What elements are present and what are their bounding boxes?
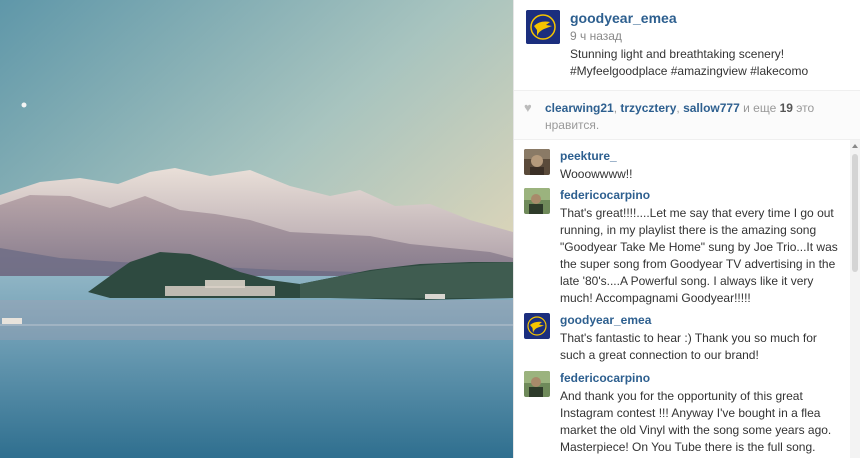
post-timestamp[interactable]: 9 ч назад xyxy=(570,29,622,43)
post-header: goodyear_emea 9 ч назад Stunning light a… xyxy=(514,0,860,90)
caption-line: Stunning light and breathtaking scenery! xyxy=(570,47,785,61)
wingfoot-icon xyxy=(524,313,550,339)
comment-author[interactable]: goodyear_emea xyxy=(560,313,651,327)
post-panel: goodyear_emea 9 ч назад Stunning light a… xyxy=(513,0,860,458)
commenter-avatar[interactable] xyxy=(524,149,550,175)
post-caption: Stunning light and breathtaking scenery!… xyxy=(570,46,850,80)
heart-icon[interactable]: ♥ xyxy=(524,101,537,114)
comment-text: Wooowwww!! xyxy=(560,167,633,181)
comments-scrollbar[interactable] xyxy=(850,140,860,458)
scroll-up-arrow-icon[interactable] xyxy=(852,144,858,148)
comment-author[interactable]: federicocarpino xyxy=(560,188,650,202)
likes-and-more: и еще xyxy=(739,101,780,115)
liker-link[interactable]: clearwing21 xyxy=(545,101,614,115)
likes-section: ♥ clearwing21, trzycztery, sallow777 и е… xyxy=(514,90,860,140)
person-photo-icon xyxy=(524,371,550,397)
comments-list: peekture_ Wooowwww!! federicocarpino Tha… xyxy=(514,140,860,458)
wingfoot-icon xyxy=(526,10,560,44)
comment-text: That's great!!!!....Let me say that ever… xyxy=(560,206,838,305)
comment-text: That's fantastic to hear :) Thank you so… xyxy=(560,331,817,362)
comment-author[interactable]: peekture_ xyxy=(560,149,617,163)
post-author[interactable]: goodyear_emea xyxy=(570,10,677,26)
person-photo-icon xyxy=(524,188,550,214)
comment-text: And thank you for the opportunity of thi… xyxy=(560,389,832,454)
caption-hashtags[interactable]: #Myfeelgoodplace #amazingview #lakecomo xyxy=(570,63,850,80)
comment-author[interactable]: federicocarpino xyxy=(560,371,650,385)
commenter-avatar[interactable] xyxy=(524,188,550,214)
commenter-avatar[interactable] xyxy=(524,371,550,397)
post-photo xyxy=(0,0,513,458)
scrollbar-thumb[interactable] xyxy=(852,154,858,272)
person-photo-icon xyxy=(524,149,550,175)
liker-link[interactable]: sallow777 xyxy=(683,101,740,115)
goodyear-logo-avatar[interactable] xyxy=(526,10,560,44)
commenter-avatar[interactable] xyxy=(524,313,550,339)
liker-link[interactable]: trzycztery xyxy=(620,101,676,115)
likes-count[interactable]: 19 xyxy=(780,101,793,115)
